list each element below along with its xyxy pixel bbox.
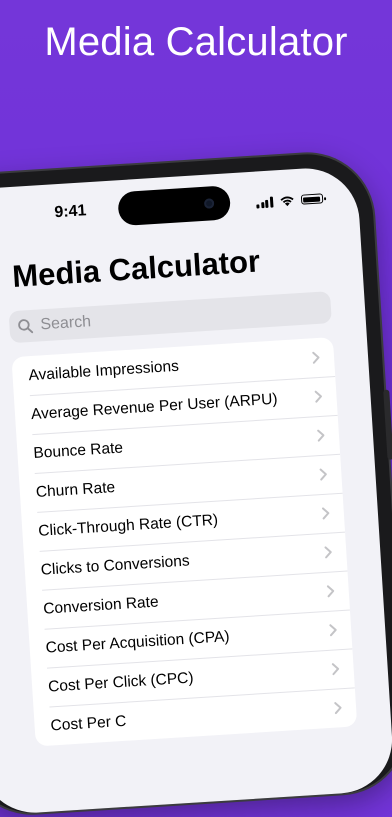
status-icons	[256, 191, 323, 209]
list-item-label: Bounce Rate	[32, 438, 124, 462]
wifi-icon	[279, 196, 294, 207]
list-item-label: Cost Per C	[50, 712, 127, 734]
list-item-label: Cost Per Acquisition (CPA)	[45, 627, 230, 657]
dynamic-island	[117, 185, 232, 227]
search-field[interactable]: Search	[8, 291, 332, 344]
cellular-signal-icon	[256, 196, 273, 209]
phone-mockup: 9:41 Media Calculator Search Available I…	[0, 150, 392, 817]
chevron-right-icon	[314, 390, 322, 403]
status-time: 9:41	[53, 202, 87, 222]
chevron-right-icon	[317, 429, 325, 442]
calculator-list: Available Impressions Average Revenue Pe…	[11, 337, 358, 747]
search-icon	[18, 319, 34, 334]
page-title: Media Calculator	[11, 243, 262, 294]
list-item-label: Churn Rate	[35, 478, 116, 501]
list-item-label: Cost Per Click (CPC)	[47, 668, 194, 696]
list-item-label: Conversion Rate	[42, 593, 160, 618]
camera-icon	[203, 198, 215, 209]
battery-icon	[300, 193, 323, 205]
chevron-right-icon	[334, 702, 342, 715]
chevron-right-icon	[324, 546, 332, 559]
list-item-label: Clicks to Conversions	[40, 551, 191, 579]
chevron-right-icon	[329, 624, 337, 637]
list-item-label: Click-Through Rate (CTR)	[37, 511, 219, 540]
search-placeholder: Search	[39, 313, 92, 334]
list-item-label: Average Revenue Per User (ARPU)	[30, 390, 279, 423]
chevron-right-icon	[322, 507, 330, 520]
chevron-right-icon	[312, 351, 320, 364]
chevron-right-icon	[331, 663, 340, 676]
chevron-right-icon	[326, 585, 335, 598]
list-item-label: Available Impressions	[28, 357, 180, 384]
promo-headline: Media Calculator	[44, 20, 348, 64]
phone-screen: 9:41 Media Calculator Search Available I…	[0, 165, 392, 816]
chevron-right-icon	[319, 468, 327, 481]
